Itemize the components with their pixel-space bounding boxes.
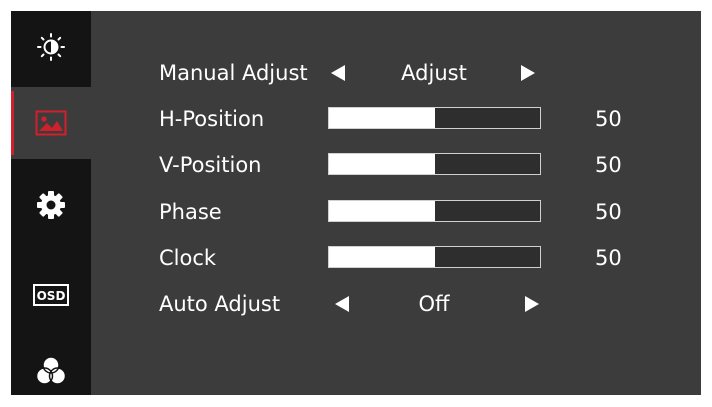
auto-adjust-right-arrow-icon[interactable] [525,296,539,312]
manual-adjust-label: Manual Adjust [159,61,308,85]
phase-slider[interactable] [328,200,541,222]
brightness-contrast-icon [37,33,65,61]
auto-adjust-value: Off [418,292,450,316]
sidebar-item-brightness[interactable] [11,11,91,83]
h-position-label: H-Position [159,107,265,131]
sidebar-item-osd[interactable]: OSD [11,259,91,331]
osd-icon-label: OSD [37,289,66,303]
h-position-slider-fill [329,108,435,128]
v-position-value: 50 [595,153,622,177]
h-position-slider[interactable] [328,107,541,129]
phase-value: 50 [595,200,622,224]
auto-adjust-left-arrow-icon[interactable] [335,296,349,312]
sidebar: OSD [11,11,91,395]
color-circles-icon [35,356,67,385]
clock-value: 50 [595,246,622,270]
phase-row[interactable]: Phase 50 [159,195,679,229]
phase-label: Phase [159,200,222,224]
clock-row[interactable]: Clock 50 [159,241,679,275]
sidebar-item-color[interactable] [11,335,91,407]
h-position-row[interactable]: H-Position 50 [159,102,679,136]
v-position-row[interactable]: V-Position 50 [159,148,679,182]
auto-adjust-label: Auto Adjust [159,292,281,316]
clock-slider[interactable] [328,246,541,268]
clock-slider-fill [329,247,435,267]
phase-slider-fill [329,201,435,221]
osd-icon: OSD [33,284,69,306]
v-position-label: V-Position [159,153,262,177]
auto-adjust-row[interactable]: Auto Adjust Off [159,287,679,321]
manual-adjust-right-arrow-icon[interactable] [521,65,535,81]
manual-adjust-value: Adjust [401,61,467,85]
gear-icon [37,191,65,219]
manual-adjust-row[interactable]: Manual Adjust Adjust [159,56,679,90]
clock-label: Clock [159,246,217,270]
h-position-value: 50 [595,107,622,131]
v-position-slider[interactable] [328,153,541,175]
manual-adjust-left-arrow-icon[interactable] [331,65,345,81]
v-position-slider-fill [329,154,435,174]
image-icon [35,110,67,136]
sidebar-item-settings[interactable] [11,169,91,241]
osd-menu: OSD Manual Adjust Adjust H-Position 50 V… [11,11,701,395]
sidebar-item-image[interactable] [11,87,91,159]
